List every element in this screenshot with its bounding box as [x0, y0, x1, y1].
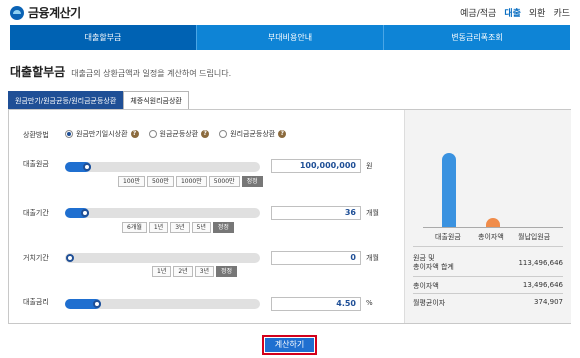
divider: [413, 246, 563, 247]
grace-label: 거치기간: [23, 254, 49, 262]
chart-label-interest: 총이자액: [478, 233, 504, 241]
radio-indicator: [65, 130, 73, 138]
grace-input[interactable]: 0: [271, 251, 361, 265]
period-label: 대출기간: [23, 209, 49, 217]
result-chart: 대출원금 총이자액 월납입원금: [415, 125, 563, 241]
period-reset-button[interactable]: 정정: [212, 222, 234, 233]
menu-extra-costs[interactable]: 부대비용안내: [197, 25, 384, 50]
grace-3y-button[interactable]: 3년: [194, 266, 215, 277]
radio-equal-installment[interactable]: 원리금균등상환 ?: [219, 129, 287, 139]
grace-unit: 개월: [366, 254, 379, 262]
nav-loan[interactable]: 대출: [504, 6, 521, 19]
principal-bar: [442, 153, 456, 228]
nav-card[interactable]: 카드: [553, 6, 570, 19]
tab-standard-repayment[interactable]: 원금만기/원금균등/원리금균등상환: [8, 91, 124, 109]
divider: [413, 293, 563, 294]
chart-label-monthly: 월납입원금: [518, 233, 551, 241]
page-subtitle: 대출금의 상환금액과 일정을 계산하여 드립니다.: [71, 69, 232, 78]
main-menu: 대출할부금 부대비용안내 변동금리폭조회: [10, 25, 570, 50]
summary-value: 13,496,646: [522, 281, 563, 289]
chart-label-principal: 대출원금: [435, 233, 461, 241]
radio-indicator: [148, 130, 157, 138]
summary-label: 월평균이자: [413, 299, 446, 307]
nav-deposit[interactable]: 예금/적금: [460, 6, 496, 19]
period-input[interactable]: 36: [271, 206, 361, 220]
top-nav: 예금/적금 대출 외환 카드: [452, 6, 570, 19]
radio-equal-principal[interactable]: 원금균등상환 ?: [148, 129, 210, 139]
tab-graduated-repayment[interactable]: 체증식원리금상환: [123, 91, 189, 109]
rate-label: 대출금리: [23, 298, 49, 306]
radio-indicator: [219, 130, 228, 138]
help-icon[interactable]: ?: [130, 130, 139, 138]
summary-label: 총이자액: [413, 282, 439, 290]
calculate-button[interactable]: 계산하기: [265, 338, 314, 352]
summary-row-interest: 총이자액 13,496,646: [413, 281, 563, 291]
add-50m-button[interactable]: 5000만: [208, 176, 240, 187]
logo[interactable]: 금융계산기: [10, 4, 81, 21]
period-5y-button[interactable]: 5년: [191, 222, 211, 233]
tab-bar: 원금만기/원금균등/원리금균등상환 체증식원리금상환: [8, 91, 189, 109]
grace-2y-button[interactable]: 2년: [173, 266, 193, 277]
principal-reset-button[interactable]: 정정: [241, 176, 263, 187]
slider-handle[interactable]: [93, 300, 101, 308]
principal-input[interactable]: 100,000,000: [271, 159, 361, 173]
repay-method-options: 원금만기일시상환 ? 원금균등상환 ? 원리금균등상환 ?: [65, 129, 296, 139]
rate-slider[interactable]: [65, 299, 260, 309]
principal-slider[interactable]: [65, 162, 260, 172]
period-unit: 개월: [366, 209, 379, 217]
result-section: 대출원금 총이자액 월납입원금 원금 및 총이자액 합계 113,496,646…: [404, 110, 571, 323]
top-bar: 금융계산기 예금/적금 대출 외환 카드: [0, 0, 580, 24]
calculate-button-frame: 계산하기: [262, 335, 317, 355]
grace-reset-button[interactable]: 정정: [216, 266, 238, 277]
summary-value: 113,496,646: [518, 259, 563, 267]
grace-1y-button[interactable]: 1년: [152, 266, 172, 277]
principal-label: 대출원금: [23, 160, 49, 168]
input-section: 상환방법 원금만기일시상환 ? 원금균등상환 ? 원리금균등상환 ? 대출원금: [9, 110, 404, 323]
radio-label: 원리금균등상환: [230, 130, 276, 138]
summary-label: 원금 및 총이자액 합계: [413, 254, 454, 271]
menu-loan-installment[interactable]: 대출할부금: [10, 25, 197, 50]
summary-value: 374,907: [534, 298, 563, 306]
help-icon[interactable]: ?: [278, 130, 287, 138]
help-icon[interactable]: ?: [201, 130, 210, 138]
page-header: 대출할부금 대출금의 상환금액과 일정을 계산하여 드립니다.: [10, 63, 231, 80]
grace-slider[interactable]: [65, 253, 260, 263]
slider-handle[interactable]: [83, 163, 91, 171]
grace-quick-buttons: 1년 2년 3년 정정: [152, 266, 238, 277]
add-1m-button[interactable]: 100만: [118, 176, 145, 187]
rate-input[interactable]: 4.50: [271, 297, 361, 311]
radio-label: 원금만기일시상환: [76, 130, 128, 138]
period-3y-button[interactable]: 3년: [170, 222, 190, 233]
radio-bullet-repayment[interactable]: 원금만기일시상환 ?: [65, 129, 139, 139]
period-quick-buttons: 6개월 1년 3년 5년 정정: [122, 222, 234, 233]
period-slider[interactable]: [65, 208, 260, 218]
nav-exchange[interactable]: 외환: [529, 6, 546, 19]
page-title: 대출할부금: [10, 65, 66, 79]
chart-baseline: [423, 227, 563, 228]
period-1y-button[interactable]: 1년: [148, 222, 169, 233]
calculator-panel: 상환방법 원금만기일시상환 ? 원금균등상환 ? 원리금균등상환 ? 대출원금: [8, 109, 571, 324]
slider-handle[interactable]: [81, 209, 89, 217]
logo-text: 금융계산기: [28, 6, 81, 20]
summary-row-total: 원금 및 총이자액 합계 113,496,646: [413, 254, 563, 272]
rate-unit: %: [366, 299, 373, 307]
divider: [413, 276, 563, 277]
logo-icon: [10, 5, 24, 20]
add-5m-button[interactable]: 500만: [146, 176, 174, 187]
summary-row-monthly: 월평균이자 374,907: [413, 298, 563, 308]
period-6m-button[interactable]: 6개월: [122, 222, 147, 233]
principal-unit: 원: [366, 162, 373, 170]
slider-handle[interactable]: [66, 254, 74, 262]
menu-variable-rate[interactable]: 변동금리폭조회: [384, 25, 570, 50]
principal-quick-buttons: 100만 500만 1000만 5000만 정정: [118, 176, 263, 187]
add-10m-button[interactable]: 1000만: [175, 176, 207, 187]
repay-method-label: 상환방법: [23, 131, 49, 139]
radio-label: 원금균등상환: [159, 130, 199, 138]
